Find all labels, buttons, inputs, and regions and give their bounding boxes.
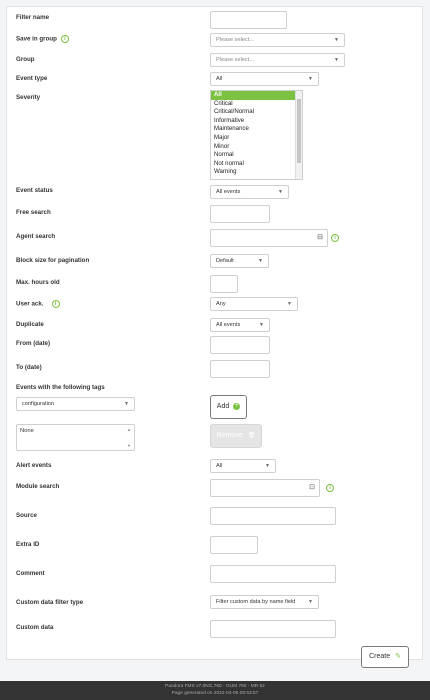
severity-option[interactable]: Warning [211, 168, 302, 177]
remove-tag-label: Remove [216, 432, 243, 439]
scroll-up-icon[interactable]: ▲ [127, 427, 131, 432]
selected-tags-list[interactable]: None ▲ ▼ [16, 424, 135, 451]
module-search-label: Module search [16, 483, 60, 490]
trash-icon: 🗑 [247, 433, 256, 439]
severity-option[interactable]: Not normal [211, 160, 302, 169]
create-label: Create [369, 653, 391, 660]
chevron-down-icon: ▼ [259, 322, 264, 328]
group-label: Group [16, 56, 35, 63]
severity-option[interactable]: Critical/Normal [211, 108, 302, 117]
page-footer: Pandora FMS v7.0NG.760 - OUM 760 - MR 52… [0, 681, 430, 700]
user-ack-text: User ack. [16, 300, 44, 308]
save-in-group-text: Save in group [16, 35, 57, 43]
create-button[interactable]: Create ✎ [361, 646, 409, 668]
severity-option[interactable]: Informative [211, 117, 302, 126]
severity-option[interactable]: All [211, 91, 302, 100]
event-type-value: All [216, 76, 223, 82]
duplicate-select[interactable]: All events ▼ [210, 318, 270, 332]
chevron-down-icon: ▼ [278, 189, 283, 195]
footer-generated: Page generated on 2022-04-06 08:53:57 [171, 690, 259, 696]
remove-tag-button[interactable]: Remove 🗑 [210, 424, 262, 448]
save-in-group-select[interactable]: Please select... ▼ [210, 33, 345, 47]
info-icon[interactable]: i [331, 234, 339, 242]
severity-option[interactable]: Normal [211, 151, 302, 160]
agent-search-label: Agent search [16, 233, 56, 240]
user-ack-label: User ack. i [16, 300, 60, 308]
comment-label: Comment [16, 570, 45, 577]
custom-data-label: Custom data [16, 624, 54, 631]
filter-name-label: Filter name [16, 14, 50, 21]
tags-value: configuration [22, 401, 55, 407]
info-icon[interactable]: i [51, 300, 60, 308]
agent-search-input[interactable]: ⊟ [210, 229, 328, 247]
chevron-down-icon: ▼ [287, 301, 292, 307]
group-select[interactable]: Please select... ▼ [210, 53, 345, 67]
chevron-down-icon: ▼ [258, 258, 263, 264]
chevron-down-icon: ▼ [265, 463, 270, 469]
selected-tag-item[interactable]: None [20, 428, 34, 434]
scrollbar[interactable] [295, 91, 302, 179]
extra-id-label: Extra ID [16, 541, 40, 548]
user-ack-select[interactable]: Any ▼ [210, 297, 298, 311]
severity-label: Severity [16, 94, 41, 101]
filter-name-input[interactable] [210, 11, 287, 29]
duplicate-value: All events [216, 322, 241, 328]
block-size-value: Default [216, 258, 234, 264]
severity-option[interactable]: Minor [211, 143, 302, 152]
alert-events-label: Alert events [16, 462, 52, 469]
duplicate-label: Duplicate [16, 321, 44, 328]
info-icon[interactable]: i [326, 484, 334, 492]
comment-input[interactable] [210, 565, 336, 583]
tags-label: Events with the following tags [16, 384, 105, 391]
event-status-label: Event status [16, 187, 53, 194]
custom-filter-type-value: Filter custom data by name field [216, 599, 296, 605]
block-size-select[interactable]: Default ▼ [210, 254, 269, 268]
event-type-select[interactable]: All ▼ [210, 72, 319, 86]
custom-data-input[interactable] [210, 620, 336, 638]
to-date-label: To (date) [16, 364, 42, 371]
from-date-input[interactable] [210, 336, 270, 354]
module-picker-icon[interactable]: ⊡ [309, 483, 315, 491]
event-type-label: Event type [16, 75, 48, 82]
severity-option[interactable]: Major [211, 134, 302, 143]
wand-icon: ✎ [395, 653, 401, 660]
source-input[interactable] [210, 507, 336, 525]
plus-icon: + [233, 402, 241, 410]
from-date-label: From (date) [16, 340, 51, 347]
tags-select[interactable]: configuration ▼ [16, 397, 135, 411]
max-hours-input[interactable] [210, 275, 238, 293]
info-icon[interactable]: i [60, 35, 69, 43]
source-label: Source [16, 512, 37, 519]
severity-option[interactable]: Maintenance [211, 125, 302, 134]
chevron-down-icon: ▼ [308, 76, 313, 82]
max-hours-label: Max. hours old [16, 279, 60, 286]
module-search-input[interactable]: ⊡ [210, 479, 320, 497]
add-tag-label: Add [216, 403, 230, 410]
scrollbar-thumb[interactable] [297, 99, 301, 163]
chevron-down-icon: ▼ [308, 599, 313, 605]
event-status-select[interactable]: All events ▼ [210, 185, 289, 199]
free-search-label: Free search [16, 209, 51, 216]
group-value: Please select... [216, 57, 254, 63]
to-date-input[interactable] [210, 360, 270, 378]
scroll-down-icon[interactable]: ▼ [127, 443, 131, 448]
custom-filter-type-select[interactable]: Filter custom data by name field ▼ [210, 595, 319, 609]
event-status-value: All events [216, 189, 241, 195]
chevron-down-icon: ▼ [124, 401, 129, 407]
extra-id-input[interactable] [210, 536, 258, 554]
severity-option[interactable]: Critical [211, 100, 302, 109]
add-tag-button[interactable]: Add + [210, 395, 247, 419]
custom-filter-type-label: Custom data filter type [16, 599, 84, 606]
save-in-group-value: Please select... [216, 37, 254, 43]
severity-multiselect[interactable]: All Critical Critical/Normal Informative… [210, 90, 303, 180]
free-search-input[interactable] [210, 205, 270, 223]
save-in-group-label: Save in group i [16, 35, 69, 43]
block-size-label: Block size for pagination [16, 257, 90, 264]
alert-events-value: All [216, 463, 223, 469]
agent-picker-icon[interactable]: ⊟ [317, 233, 323, 241]
chevron-down-icon: ▼ [334, 57, 339, 63]
user-ack-value: Any [216, 301, 226, 307]
alert-events-select[interactable]: All ▼ [210, 459, 276, 473]
chevron-down-icon: ▼ [334, 37, 339, 43]
